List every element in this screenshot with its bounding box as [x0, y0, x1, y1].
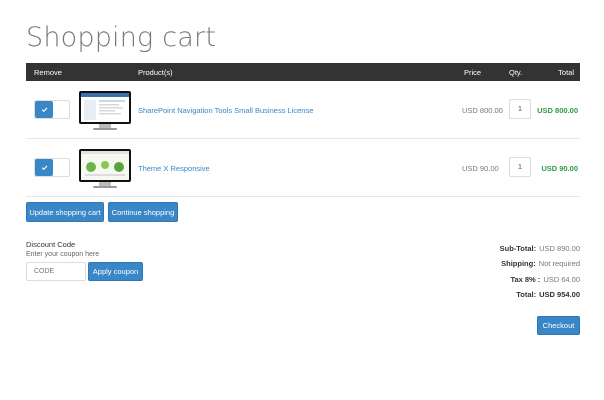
table-header: Remove Product(s) Price Qty. Total: [26, 63, 580, 81]
checkout-button[interactable]: Checkout: [537, 316, 580, 335]
subtotal-row: Sub-Total: USD 890.00: [430, 244, 580, 259]
apply-coupon-button[interactable]: Apply coupon: [88, 262, 143, 281]
header-product: Product(s): [138, 68, 173, 77]
monitor-screen: [81, 93, 129, 122]
product-link[interactable]: Theme X Responsive: [138, 164, 210, 173]
total-value: USD 954.00: [539, 289, 580, 299]
row-total: USD 800.00: [537, 106, 578, 115]
remove-checkbox[interactable]: [34, 158, 70, 177]
shipping-row: Shipping: Not required: [430, 259, 580, 274]
tax-value: USD 64.00: [543, 274, 580, 284]
monitor-frame: [79, 149, 131, 182]
header-qty: Qty.: [509, 68, 523, 77]
total-label: Total:: [516, 289, 537, 299]
cart-table: Remove Product(s) Price Qty. Total Share…: [26, 63, 580, 197]
subtotal-label: Sub-Total:: [499, 244, 537, 253]
product-thumbnail[interactable]: [79, 149, 131, 189]
header-remove: Remove: [34, 68, 62, 77]
tax-row: Tax 8% : USD 64.00: [430, 275, 580, 290]
check-icon[interactable]: [35, 101, 53, 118]
product-price: USD 800.00: [462, 106, 503, 115]
table-row: SharePoint Navigation Tools Small Busine…: [26, 81, 580, 139]
monitor-base: [93, 128, 117, 130]
monitor-screen: [81, 151, 129, 180]
check-icon[interactable]: [35, 159, 53, 176]
subtotal-value: USD 890.00: [539, 244, 580, 253]
discount-subtitle: Enter your coupon here: [26, 251, 100, 258]
header-total: Total: [558, 68, 574, 77]
continue-shopping-button[interactable]: Continue shopping: [108, 202, 178, 222]
product-thumbnail[interactable]: [79, 91, 131, 131]
monitor-base: [93, 186, 117, 188]
quantity-input[interactable]: 1: [509, 99, 531, 119]
row-total: USD 90.00: [541, 164, 578, 173]
shipping-value: Not required: [538, 259, 580, 269]
page-title: Shopping cart: [26, 22, 217, 53]
quantity-input[interactable]: 1: [509, 157, 531, 177]
total-row: Total: USD 954.00: [430, 290, 580, 305]
table-row: Theme X Responsive USD 90.00 1 USD 90.00: [26, 139, 580, 197]
remove-checkbox[interactable]: [34, 100, 70, 119]
monitor-frame: [79, 91, 131, 124]
shipping-label: Shipping:: [501, 259, 536, 269]
discount-title: Discount Code: [26, 240, 76, 249]
update-cart-button[interactable]: Update shopping cart: [26, 202, 104, 222]
header-price: Price: [464, 68, 482, 77]
product-link[interactable]: SharePoint Navigation Tools Small Busine…: [138, 106, 313, 115]
tax-label: Tax 8% :: [510, 274, 541, 284]
product-price: USD 90.00: [462, 164, 499, 173]
order-summary: Sub-Total: USD 890.00 Shipping: Not requir…: [430, 244, 580, 305]
coupon-input[interactable]: [26, 262, 86, 281]
